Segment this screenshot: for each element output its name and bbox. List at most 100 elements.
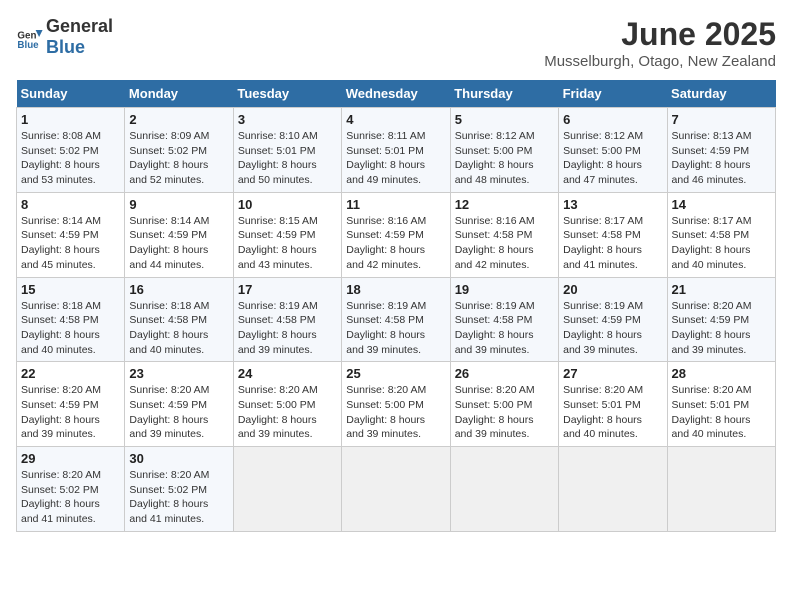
day-info: Sunrise: 8:08 AM Sunset: 5:02 PM Dayligh… (21, 129, 120, 188)
day-info: Sunrise: 8:17 AM Sunset: 4:58 PM Dayligh… (672, 214, 771, 273)
day-info: Sunrise: 8:14 AM Sunset: 4:59 PM Dayligh… (21, 214, 120, 273)
day-number: 22 (21, 366, 120, 381)
day-info: Sunrise: 8:12 AM Sunset: 5:00 PM Dayligh… (455, 129, 554, 188)
day-info: Sunrise: 8:18 AM Sunset: 4:58 PM Dayligh… (129, 299, 228, 358)
day-number: 25 (346, 366, 445, 381)
calendar-cell (667, 447, 775, 532)
calendar-cell: 13 Sunrise: 8:17 AM Sunset: 4:58 PM Dayl… (559, 192, 667, 277)
calendar-cell (233, 447, 341, 532)
calendar-cell: 18 Sunrise: 8:19 AM Sunset: 4:58 PM Dayl… (342, 277, 450, 362)
day-number: 23 (129, 366, 228, 381)
week-row-3: 15 Sunrise: 8:18 AM Sunset: 4:58 PM Dayl… (17, 277, 776, 362)
calendar-cell: 16 Sunrise: 8:18 AM Sunset: 4:58 PM Dayl… (125, 277, 233, 362)
calendar-table: SundayMondayTuesdayWednesdayThursdayFrid… (16, 80, 776, 532)
calendar-cell: 29 Sunrise: 8:20 AM Sunset: 5:02 PM Dayl… (17, 447, 125, 532)
day-number: 6 (563, 112, 662, 127)
day-number: 7 (672, 112, 771, 127)
day-info: Sunrise: 8:16 AM Sunset: 4:59 PM Dayligh… (346, 214, 445, 273)
calendar-cell: 6 Sunrise: 8:12 AM Sunset: 5:00 PM Dayli… (559, 108, 667, 193)
calendar-cell: 7 Sunrise: 8:13 AM Sunset: 4:59 PM Dayli… (667, 108, 775, 193)
week-row-4: 22 Sunrise: 8:20 AM Sunset: 4:59 PM Dayl… (17, 362, 776, 447)
calendar-cell: 2 Sunrise: 8:09 AM Sunset: 5:02 PM Dayli… (125, 108, 233, 193)
calendar-cell (559, 447, 667, 532)
day-info: Sunrise: 8:20 AM Sunset: 5:02 PM Dayligh… (129, 468, 228, 527)
day-number: 15 (21, 282, 120, 297)
calendar-cell: 5 Sunrise: 8:12 AM Sunset: 5:00 PM Dayli… (450, 108, 558, 193)
day-number: 24 (238, 366, 337, 381)
svg-text:Blue: Blue (17, 40, 39, 51)
day-number: 1 (21, 112, 120, 127)
calendar-cell: 3 Sunrise: 8:10 AM Sunset: 5:01 PM Dayli… (233, 108, 341, 193)
calendar-cell: 19 Sunrise: 8:19 AM Sunset: 4:58 PM Dayl… (450, 277, 558, 362)
calendar-cell: 26 Sunrise: 8:20 AM Sunset: 5:00 PM Dayl… (450, 362, 558, 447)
calendar-cell: 12 Sunrise: 8:16 AM Sunset: 4:58 PM Dayl… (450, 192, 558, 277)
calendar-cell: 9 Sunrise: 8:14 AM Sunset: 4:59 PM Dayli… (125, 192, 233, 277)
day-info: Sunrise: 8:19 AM Sunset: 4:59 PM Dayligh… (563, 299, 662, 358)
day-number: 16 (129, 282, 228, 297)
day-info: Sunrise: 8:20 AM Sunset: 5:01 PM Dayligh… (672, 383, 771, 442)
calendar-cell: 17 Sunrise: 8:19 AM Sunset: 4:58 PM Dayl… (233, 277, 341, 362)
day-number: 4 (346, 112, 445, 127)
weekday-header-friday: Friday (559, 80, 667, 108)
weekday-header-monday: Monday (125, 80, 233, 108)
day-info: Sunrise: 8:20 AM Sunset: 4:59 PM Dayligh… (129, 383, 228, 442)
location-title: Musselburgh, Otago, New Zealand (544, 53, 776, 70)
day-number: 14 (672, 197, 771, 212)
day-number: 5 (455, 112, 554, 127)
week-row-2: 8 Sunrise: 8:14 AM Sunset: 4:59 PM Dayli… (17, 192, 776, 277)
calendar-cell: 11 Sunrise: 8:16 AM Sunset: 4:59 PM Dayl… (342, 192, 450, 277)
day-number: 30 (129, 451, 228, 466)
calendar-cell: 28 Sunrise: 8:20 AM Sunset: 5:01 PM Dayl… (667, 362, 775, 447)
day-number: 26 (455, 366, 554, 381)
day-info: Sunrise: 8:19 AM Sunset: 4:58 PM Dayligh… (238, 299, 337, 358)
day-number: 3 (238, 112, 337, 127)
calendar-cell: 30 Sunrise: 8:20 AM Sunset: 5:02 PM Dayl… (125, 447, 233, 532)
logo-general: General (46, 16, 113, 36)
day-info: Sunrise: 8:20 AM Sunset: 4:59 PM Dayligh… (672, 299, 771, 358)
day-number: 21 (672, 282, 771, 297)
day-number: 13 (563, 197, 662, 212)
calendar-cell: 4 Sunrise: 8:11 AM Sunset: 5:01 PM Dayli… (342, 108, 450, 193)
day-number: 11 (346, 197, 445, 212)
calendar-cell: 14 Sunrise: 8:17 AM Sunset: 4:58 PM Dayl… (667, 192, 775, 277)
day-info: Sunrise: 8:20 AM Sunset: 5:02 PM Dayligh… (21, 468, 120, 527)
weekday-header-row: SundayMondayTuesdayWednesdayThursdayFrid… (17, 80, 776, 108)
calendar-cell: 27 Sunrise: 8:20 AM Sunset: 5:01 PM Dayl… (559, 362, 667, 447)
day-number: 9 (129, 197, 228, 212)
day-info: Sunrise: 8:19 AM Sunset: 4:58 PM Dayligh… (455, 299, 554, 358)
day-number: 10 (238, 197, 337, 212)
calendar-cell: 21 Sunrise: 8:20 AM Sunset: 4:59 PM Dayl… (667, 277, 775, 362)
day-info: Sunrise: 8:16 AM Sunset: 4:58 PM Dayligh… (455, 214, 554, 273)
calendar-cell (450, 447, 558, 532)
day-number: 19 (455, 282, 554, 297)
day-info: Sunrise: 8:12 AM Sunset: 5:00 PM Dayligh… (563, 129, 662, 188)
calendar-cell: 25 Sunrise: 8:20 AM Sunset: 5:00 PM Dayl… (342, 362, 450, 447)
logo-blue: Blue (46, 37, 85, 57)
weekday-header-tuesday: Tuesday (233, 80, 341, 108)
day-info: Sunrise: 8:18 AM Sunset: 4:58 PM Dayligh… (21, 299, 120, 358)
day-info: Sunrise: 8:19 AM Sunset: 4:58 PM Dayligh… (346, 299, 445, 358)
header: Gen Blue General Blue June 2025 Musselbu… (16, 16, 776, 70)
day-info: Sunrise: 8:20 AM Sunset: 5:00 PM Dayligh… (346, 383, 445, 442)
day-info: Sunrise: 8:20 AM Sunset: 5:00 PM Dayligh… (238, 383, 337, 442)
day-number: 17 (238, 282, 337, 297)
day-info: Sunrise: 8:09 AM Sunset: 5:02 PM Dayligh… (129, 129, 228, 188)
day-info: Sunrise: 8:11 AM Sunset: 5:01 PM Dayligh… (346, 129, 445, 188)
calendar-cell: 22 Sunrise: 8:20 AM Sunset: 4:59 PM Dayl… (17, 362, 125, 447)
day-info: Sunrise: 8:20 AM Sunset: 4:59 PM Dayligh… (21, 383, 120, 442)
calendar-cell: 8 Sunrise: 8:14 AM Sunset: 4:59 PM Dayli… (17, 192, 125, 277)
calendar-cell: 1 Sunrise: 8:08 AM Sunset: 5:02 PM Dayli… (17, 108, 125, 193)
month-title: June 2025 (544, 16, 776, 53)
calendar-cell: 10 Sunrise: 8:15 AM Sunset: 4:59 PM Dayl… (233, 192, 341, 277)
weekday-header-thursday: Thursday (450, 80, 558, 108)
day-info: Sunrise: 8:20 AM Sunset: 5:00 PM Dayligh… (455, 383, 554, 442)
title-block: June 2025 Musselburgh, Otago, New Zealan… (544, 16, 776, 70)
calendar-cell (342, 447, 450, 532)
day-number: 28 (672, 366, 771, 381)
day-number: 18 (346, 282, 445, 297)
logo: Gen Blue General Blue (16, 16, 113, 58)
logo-icon: Gen Blue (16, 23, 44, 51)
day-number: 2 (129, 112, 228, 127)
calendar-cell: 24 Sunrise: 8:20 AM Sunset: 5:00 PM Dayl… (233, 362, 341, 447)
calendar-cell: 15 Sunrise: 8:18 AM Sunset: 4:58 PM Dayl… (17, 277, 125, 362)
